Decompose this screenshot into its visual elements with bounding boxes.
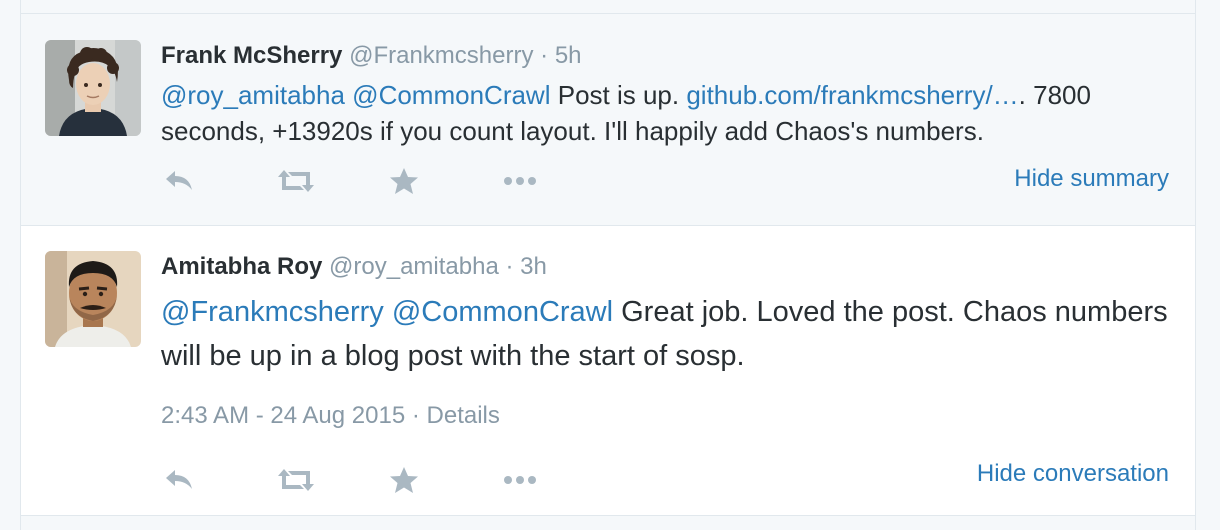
bottom-strip [21,516,1195,530]
tweet-timestamp[interactable]: 2:43 AM - 24 Aug 2015 [161,402,405,429]
mention-link[interactable]: @Frankmcsherry [161,296,384,328]
tweet-timestamp-row: 2:43 AM - 24 Aug 2015 · Details [161,402,500,430]
favorite-star-icon [390,168,418,194]
reply-button[interactable] [161,161,274,201]
tweet-actions [161,161,613,201]
more-icon [504,177,536,185]
tweet-header: Amitabha Roy @roy_amitabha · 3h [161,252,547,282]
top-strip [21,0,1195,14]
more-button[interactable] [500,460,613,500]
tweet-header: Frank McSherry @Frankmcsherry · 5h [161,41,582,71]
author-fullname[interactable]: Frank McSherry [161,42,342,69]
favorite-button[interactable] [387,161,500,201]
more-button[interactable] [500,161,613,201]
text-segment [384,296,392,328]
favorite-star-icon [390,467,418,493]
author-fullname[interactable]: Amitabha Roy [161,253,322,280]
text-segment: Post is up. [550,80,687,110]
tweet-frank[interactable]: Frank McSherry @Frankmcsherry · 5h @roy_… [21,15,1195,226]
more-icon [504,476,536,484]
separator: · [505,253,514,280]
url-link[interactable]: github.com/frankmcsherry/… [686,80,1018,110]
separator: · [411,402,420,429]
mention-link[interactable]: @CommonCrawl [352,80,550,110]
reply-icon [166,171,192,190]
timeline-frame: Frank McSherry @Frankmcsherry · 5h @roy_… [20,0,1196,530]
hide-summary-link[interactable]: Hide summary [1014,165,1169,193]
retweet-icon [278,469,314,491]
details-link[interactable]: Details [427,402,500,429]
avatar[interactable] [45,251,141,347]
mention-link[interactable]: @roy_amitabha [161,80,345,110]
hide-conversation-link[interactable]: Hide conversation [977,460,1169,488]
separator: · [540,42,549,69]
tweet-time[interactable]: 3h [520,253,547,280]
tweet-amitabha[interactable]: Amitabha Roy @roy_amitabha · 3h @Frankmc… [21,226,1195,516]
author-handle[interactable]: @Frankmcsherry [349,42,533,69]
tweet-actions [161,460,613,500]
tweet-text: @roy_amitabha @CommonCrawl Post is up. g… [161,77,1171,149]
retweet-icon [278,170,314,192]
avatar[interactable] [45,40,141,136]
reply-icon [166,470,192,489]
tweet-time[interactable]: 5h [555,42,582,69]
retweet-button[interactable] [274,460,387,500]
favorite-button[interactable] [387,460,500,500]
reply-button[interactable] [161,460,274,500]
retweet-button[interactable] [274,161,387,201]
mention-link[interactable]: @CommonCrawl [392,296,613,328]
author-handle[interactable]: @roy_amitabha [329,253,499,280]
tweet-text: @Frankmcsherry @CommonCrawl Great job. L… [161,290,1171,378]
